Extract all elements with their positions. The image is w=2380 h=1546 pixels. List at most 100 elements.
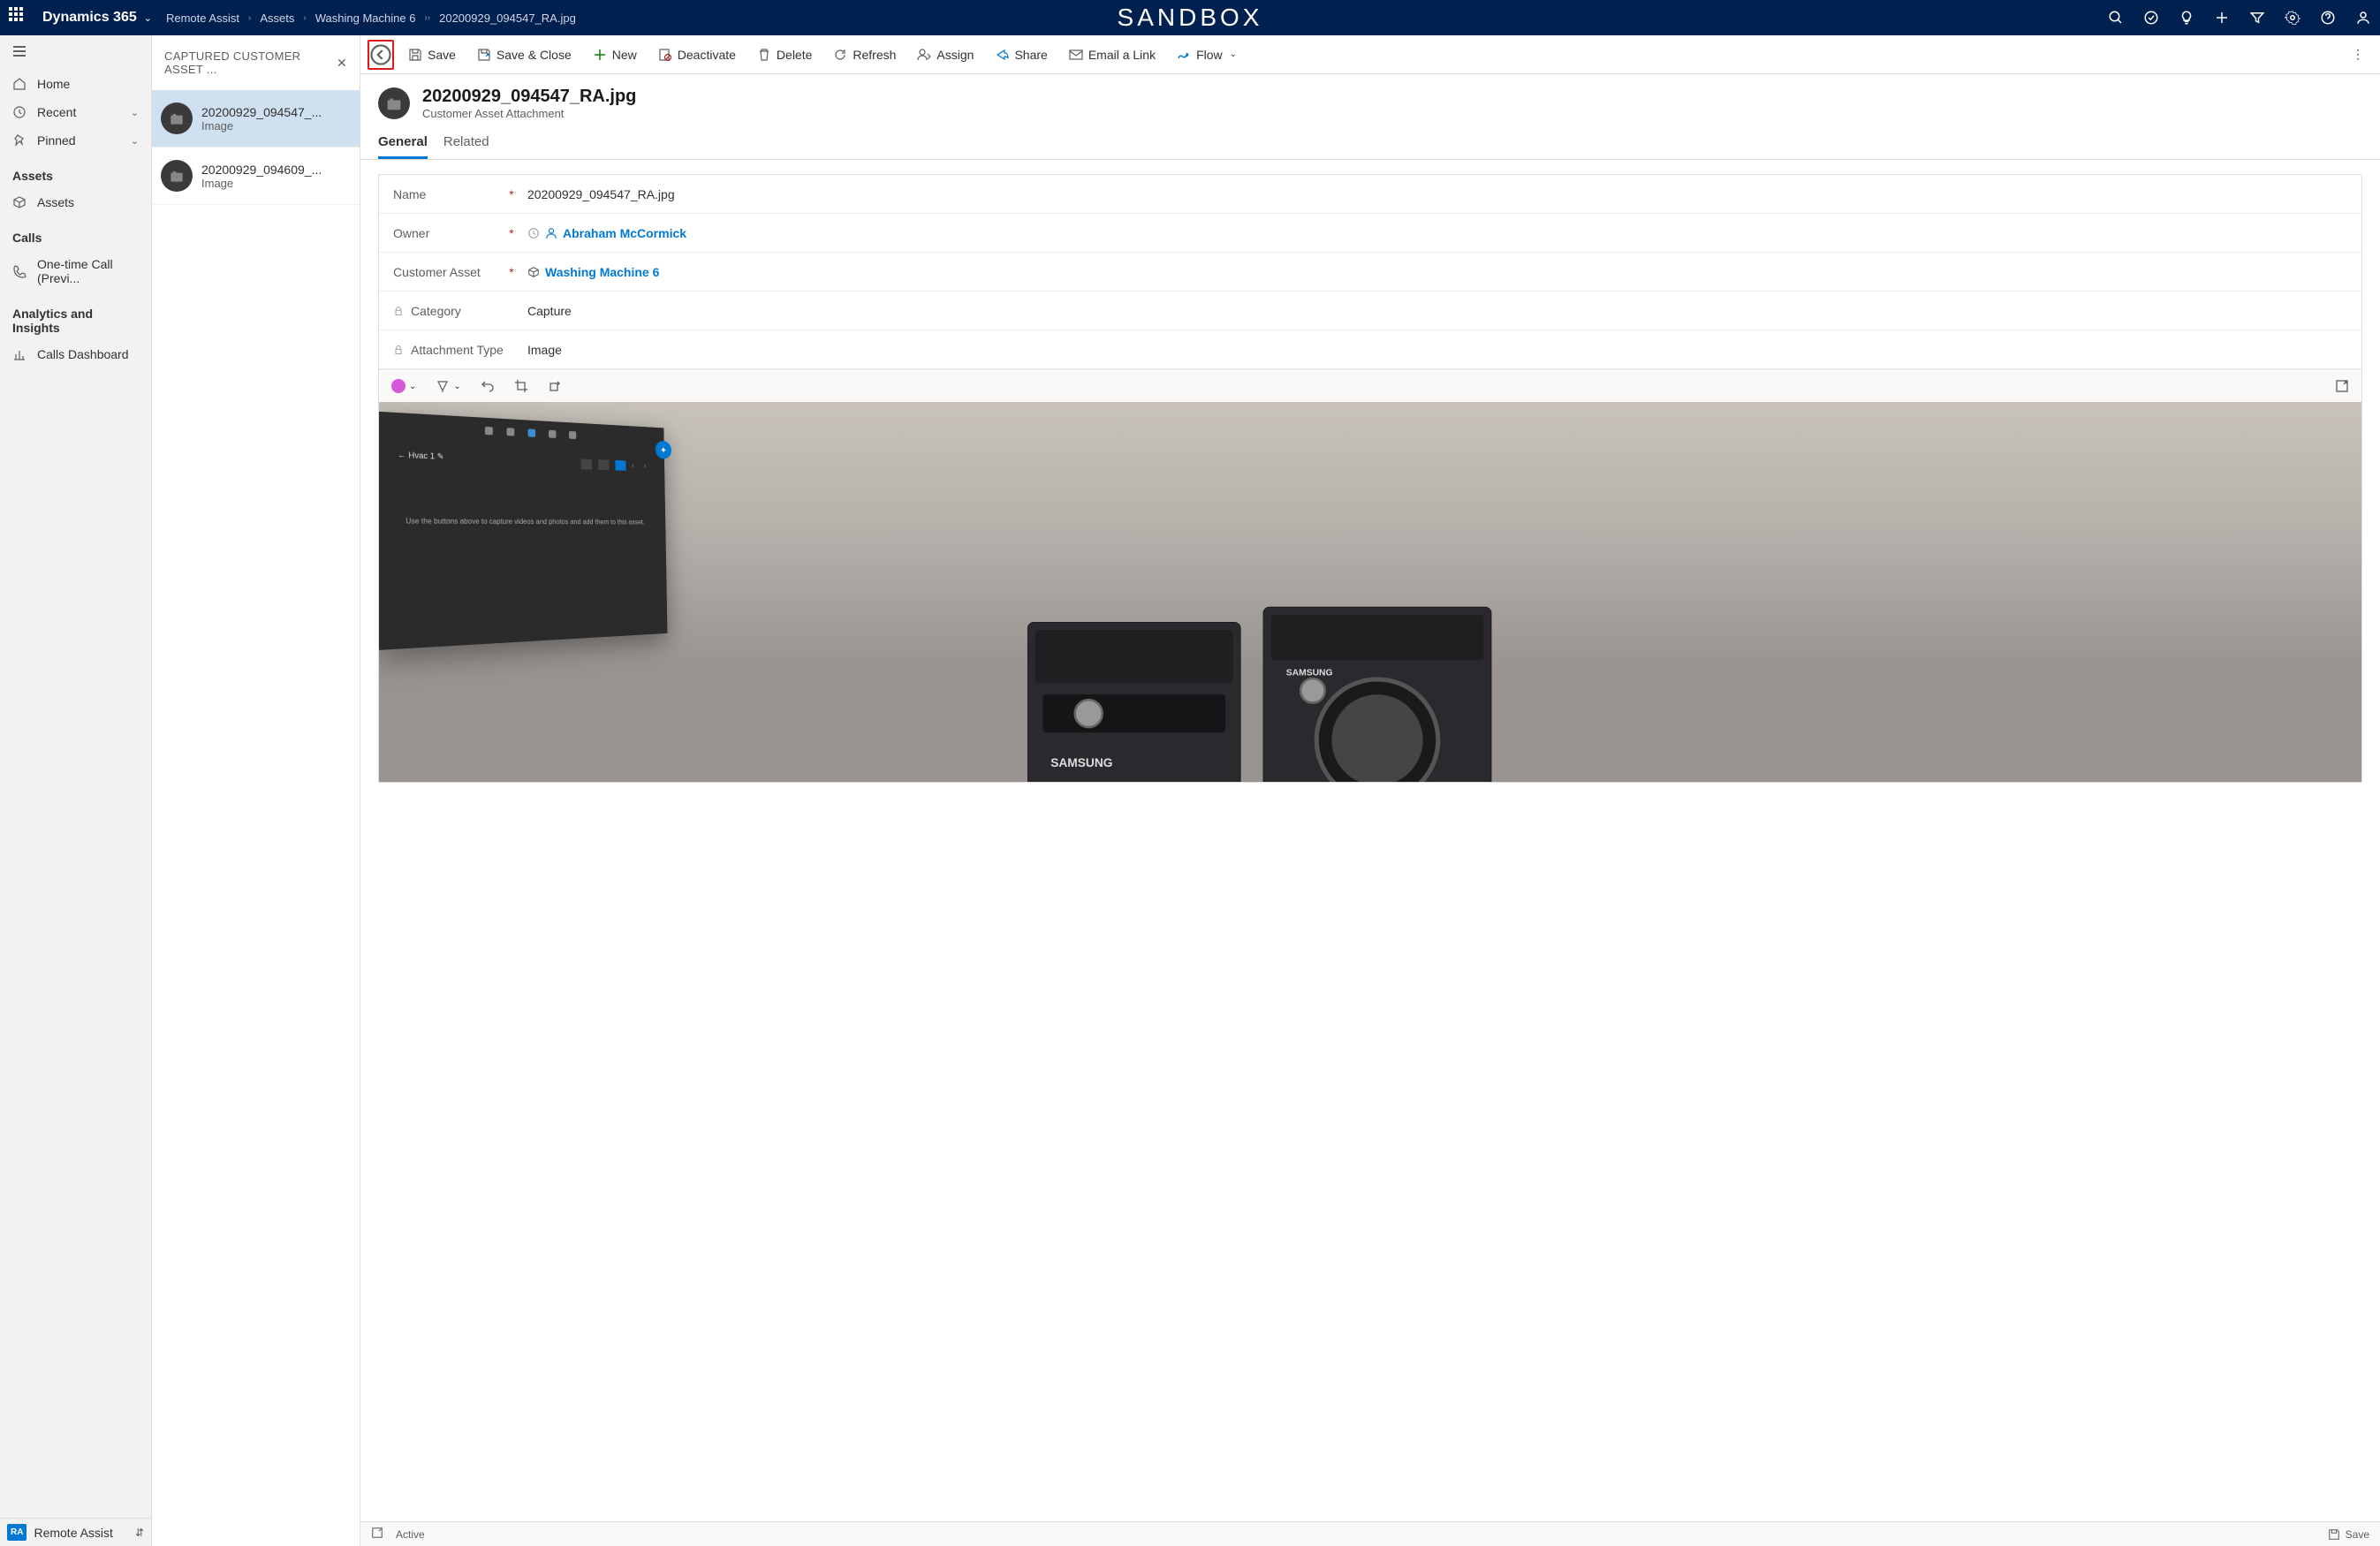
save-status-button[interactable]: Save xyxy=(2328,1528,2369,1541)
list-title: CAPTURED CUSTOMER ASSET ... xyxy=(164,49,337,76)
record-subtitle: Customer Asset Attachment xyxy=(422,107,636,120)
email-link-button[interactable]: Email a Link xyxy=(1058,35,1166,73)
nav-pinned[interactable]: Pinned ⌄ xyxy=(0,126,151,155)
nav-recent[interactable]: Recent ⌄ xyxy=(0,98,151,126)
trash-icon xyxy=(757,48,771,62)
pin-icon: ✦ xyxy=(656,441,671,459)
brand-chevron-icon[interactable]: ⌄ xyxy=(144,12,152,24)
close-icon[interactable]: ✕ xyxy=(337,56,347,71)
fullscreen-tool[interactable] xyxy=(2335,379,2349,393)
new-button[interactable]: New xyxy=(582,35,648,73)
rotate-tool[interactable] xyxy=(548,379,562,393)
chart-icon xyxy=(12,347,27,361)
hamburger-icon[interactable] xyxy=(0,35,151,70)
chevron-down-icon: ⌄ xyxy=(131,135,139,147)
phone-icon xyxy=(12,264,27,278)
washing-machines-photo: SAMSUNG SAMSUNG xyxy=(478,592,2064,782)
color-picker-tool[interactable]: ⌄ xyxy=(391,379,416,393)
crop-tool[interactable] xyxy=(514,379,528,393)
list-item[interactable]: 20200929_094609_... Image xyxy=(152,148,360,205)
cube-icon xyxy=(12,195,27,209)
command-bar: Save Save & Close New Deactivate Delete … xyxy=(360,35,2380,74)
plus-icon[interactable] xyxy=(2214,10,2230,26)
more-commands-button[interactable]: ⋮ xyxy=(2339,47,2376,62)
nav-one-time-call[interactable]: One-time Call (Previ... xyxy=(0,250,151,292)
filter-icon[interactable] xyxy=(2249,10,2265,26)
breadcrumb-item[interactable]: Washing Machine 6 xyxy=(315,11,416,25)
chevron-down-icon: ⌄ xyxy=(453,382,460,391)
settings-icon[interactable] xyxy=(2285,10,2300,26)
person-icon xyxy=(545,227,557,239)
breadcrumb: Remote Assist › Assets › Washing Machine… xyxy=(166,11,576,25)
list-item-subtitle: Image xyxy=(201,119,322,133)
color-swatch xyxy=(391,379,406,393)
top-bar: Dynamics 365 ⌄ Remote Assist › Assets › … xyxy=(0,0,2380,35)
task-icon[interactable] xyxy=(2143,10,2159,26)
cmd-label: Save & Close xyxy=(496,48,572,62)
cmd-label: Deactivate xyxy=(678,48,736,62)
back-button[interactable] xyxy=(368,40,394,70)
status-icon[interactable] xyxy=(371,1527,383,1542)
save-icon xyxy=(2328,1528,2340,1541)
list-item[interactable]: 20200929_094547_... Image xyxy=(152,90,360,148)
refresh-button[interactable]: Refresh xyxy=(822,35,906,73)
updown-icon[interactable]: ⇵ xyxy=(135,1527,144,1539)
share-button[interactable]: Share xyxy=(984,35,1057,73)
chevron-right-icon: › xyxy=(248,13,251,23)
ink-tool[interactable]: ⌄ xyxy=(436,379,460,393)
record-title: 20200929_094547_RA.jpg xyxy=(422,87,636,107)
attachment-image: ✦ ‹› ← Hvac 1 ✎ Use the buttons above to… xyxy=(379,402,2361,782)
nav-group-header: Calls xyxy=(0,216,151,250)
owner-link[interactable]: Abraham McCormick xyxy=(563,226,686,240)
list-item-title: 20200929_094547_... xyxy=(201,105,322,119)
help-icon[interactable] xyxy=(2320,10,2336,26)
field-name[interactable]: Name * 20200929_094547_RA.jpg xyxy=(379,175,2361,214)
app-launcher-icon[interactable] xyxy=(9,7,30,28)
nav-assets[interactable]: Assets xyxy=(0,188,151,216)
cmd-label: Refresh xyxy=(853,48,896,62)
save-button[interactable]: Save xyxy=(398,35,466,73)
tabs: General Related xyxy=(360,125,2380,160)
nav-calls-dashboard[interactable]: Calls Dashboard xyxy=(0,340,151,368)
list-header: CAPTURED CUSTOMER ASSET ... ✕ xyxy=(152,35,360,90)
field-label: Customer Asset xyxy=(393,265,508,279)
cmd-label: Flow xyxy=(1196,48,1223,62)
hololens-top-icons xyxy=(485,427,576,439)
assign-button[interactable]: Assign xyxy=(906,35,984,73)
flow-button[interactable]: Flow ⌄ xyxy=(1166,35,1247,73)
list-item-title: 20200929_094609_... xyxy=(201,163,322,177)
breadcrumb-item[interactable]: 20200929_094547_RA.jpg xyxy=(439,11,576,25)
search-icon[interactable] xyxy=(2108,10,2124,26)
user-icon[interactable] xyxy=(2355,10,2371,26)
tab-related[interactable]: Related xyxy=(443,134,489,159)
field-owner[interactable]: Owner * Abraham McCormick xyxy=(379,214,2361,253)
chevron-down-icon: ⌄ xyxy=(1230,49,1237,59)
cmd-label: Save xyxy=(428,48,456,62)
tab-general[interactable]: General xyxy=(378,134,428,159)
nav-item-label: Assets xyxy=(37,195,74,209)
lock-icon xyxy=(393,306,404,316)
field-customer-asset[interactable]: Customer Asset * Washing Machine 6 xyxy=(379,253,2361,292)
lightbulb-icon[interactable] xyxy=(2179,10,2194,26)
hololens-tab-label: ← Hvac 1 ✎ xyxy=(398,450,444,461)
deactivate-button[interactable]: Deactivate xyxy=(648,35,747,73)
top-actions xyxy=(2108,10,2371,26)
lock-icon xyxy=(393,345,404,355)
form-card: Name * 20200929_094547_RA.jpg Owner * Ab… xyxy=(378,174,2362,783)
nav-home[interactable]: Home xyxy=(0,70,151,98)
required-indicator: * xyxy=(508,226,515,240)
cmd-label: New xyxy=(612,48,637,62)
email-icon xyxy=(1069,48,1083,62)
undo-tool[interactable] xyxy=(481,379,495,393)
hololens-instruction: Use the buttons above to capture videos … xyxy=(398,516,651,527)
asset-link[interactable]: Washing Machine 6 xyxy=(545,265,659,279)
delete-button[interactable]: Delete xyxy=(747,35,822,73)
breadcrumb-item[interactable]: Remote Assist xyxy=(166,11,239,25)
breadcrumb-item[interactable]: Assets xyxy=(260,11,294,25)
field-label-text: Attachment Type xyxy=(411,343,504,357)
nav-footer[interactable]: RA Remote Assist ⇵ xyxy=(0,1518,151,1546)
flow-icon xyxy=(1177,48,1191,62)
save-close-button[interactable]: Save & Close xyxy=(466,35,582,73)
list-thumbnail xyxy=(161,160,193,192)
cmd-label: Delete xyxy=(777,48,812,62)
